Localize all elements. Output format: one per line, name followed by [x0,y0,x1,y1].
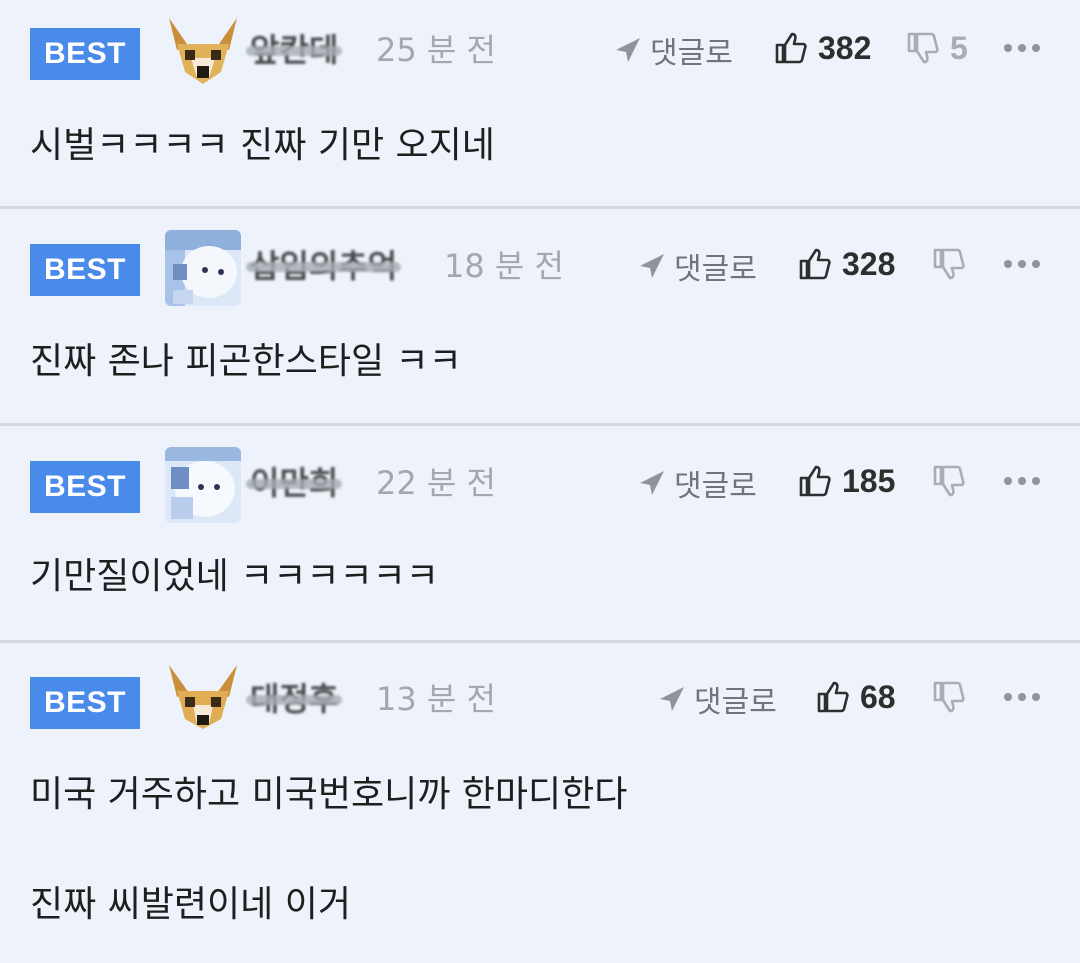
comment-divider [0,423,1080,426]
comment-item: BEST 이만희 22 분 전 댓글로 185 기만질이었네 ㅋㅋㅋㅋㅋㅋ [0,433,1080,641]
best-comment-list: BEST 앞칸데 25 분 전 댓글로 382 5 시벌ㅋㅋㅋㅋ 진짜 기만 오… [0,0,1080,963]
more-dots-icon[interactable] [1004,473,1040,489]
comment-item: BEST 앞칸데 25 분 전 댓글로 382 5 시벌ㅋㅋㅋㅋ 진짜 기만 오… [0,0,1080,208]
user-nickname[interactable]: 이만희 [245,463,343,503]
blue-animal-avatar-image [165,230,241,306]
reply-button[interactable]: 댓글로 [614,28,733,72]
reply-arrow-icon [640,254,664,278]
like-button[interactable]: 328 [798,242,895,286]
reply-label: 댓글로 [650,36,733,71]
dislike-button[interactable]: 5 [906,26,968,70]
user-avatar[interactable] [165,14,241,90]
reply-button[interactable]: 댓글로 [658,677,777,721]
thumbs-down-icon [907,32,939,64]
user-nickname[interactable]: 앞칸데 [245,30,343,70]
dislike-button[interactable] [932,675,976,719]
fox-avatar-image [165,663,241,739]
comment-line: 미국 거주하고 미국번호니까 한마디한다 [30,774,628,815]
comment-body: 진짜 존나 피곤한스타일 ㅋㅋ [30,340,462,384]
comment-time: 25 분 전 [376,31,496,69]
comment-time: 22 분 전 [376,464,496,502]
user-avatar[interactable] [165,663,241,739]
thumbs-up-icon [799,465,831,497]
blue-animal-avatar-image [165,447,241,523]
comment-line: 진짜 존나 피곤한스타일 ㅋㅋ [30,341,462,382]
line-spacer [30,817,627,883]
comment-body: 기만질이었네 ㅋㅋㅋㅋㅋㅋ [30,555,439,599]
best-badge: BEST [30,28,140,80]
comment-body: 미국 거주하고 미국번호니까 한마디한다 진짜 씨발련이네 이거 [30,773,627,927]
reply-button[interactable]: 댓글로 [638,461,757,505]
thumbs-up-icon [799,248,831,280]
dislike-button[interactable] [932,242,976,286]
thumbs-down-icon [933,248,965,280]
thumbs-down-icon [933,465,965,497]
reply-arrow-icon [660,687,684,711]
dislike-button[interactable] [932,459,976,503]
more-dots-icon[interactable] [1004,256,1040,272]
best-badge: BEST [30,461,140,513]
comment-divider [0,206,1080,209]
more-dots-icon[interactable] [1004,40,1040,56]
like-count: 185 [842,462,896,499]
reply-arrow-icon [640,471,664,495]
best-badge: BEST [30,677,140,729]
thumbs-up-icon [775,32,807,64]
reply-button[interactable]: 댓글로 [638,244,757,288]
like-count: 328 [842,245,896,282]
comment-header: BEST 이만희 22 분 전 댓글로 185 [0,433,1080,523]
more-dots-icon[interactable] [1004,689,1040,705]
dislike-count: 5 [950,29,968,66]
user-nickname[interactable]: 삽입의추억 [245,246,402,286]
comment-line: 시벌ㅋㅋㅋㅋ 진짜 기만 오지네 [30,125,495,166]
comment-divider [0,640,1080,643]
reply-label: 댓글로 [674,252,757,287]
user-avatar[interactable] [165,230,241,306]
comment-time: 13 분 전 [376,680,496,718]
like-count: 68 [860,678,896,715]
user-nickname[interactable]: 대정후 [245,679,343,719]
like-count: 382 [818,29,872,66]
user-avatar[interactable] [165,447,241,523]
like-button[interactable]: 68 [816,675,896,719]
comment-item: BEST 삽입의추억 18 분 전 댓글로 328 진짜 존나 피곤한스타일 ㅋ… [0,216,1080,424]
like-button[interactable]: 185 [798,459,895,503]
reply-arrow-icon [616,38,640,62]
reply-label: 댓글로 [674,469,757,504]
comment-header: BEST 앞칸데 25 분 전 댓글로 382 5 [0,0,1080,90]
comment-line: 기만질이었네 ㅋㅋㅋㅋㅋㅋ [30,556,439,597]
thumbs-down-icon [933,681,965,713]
like-button[interactable]: 382 [774,26,871,70]
comment-line: 진짜 씨발련이네 이거 [30,884,351,925]
comment-body: 시벌ㅋㅋㅋㅋ 진짜 기만 오지네 [30,124,495,168]
fox-avatar-image [165,14,241,90]
best-badge: BEST [30,244,140,296]
comment-header: BEST 대정후 13 분 전 댓글로 68 [0,649,1080,739]
comment-header: BEST 삽입의추억 18 분 전 댓글로 328 [0,216,1080,306]
comment-item: BEST 대정후 13 분 전 댓글로 68 미국 거주하고 미국번호니까 한마… [0,649,1080,963]
thumbs-up-icon [817,681,849,713]
reply-label: 댓글로 [694,685,777,720]
comment-time: 18 분 전 [444,247,564,285]
